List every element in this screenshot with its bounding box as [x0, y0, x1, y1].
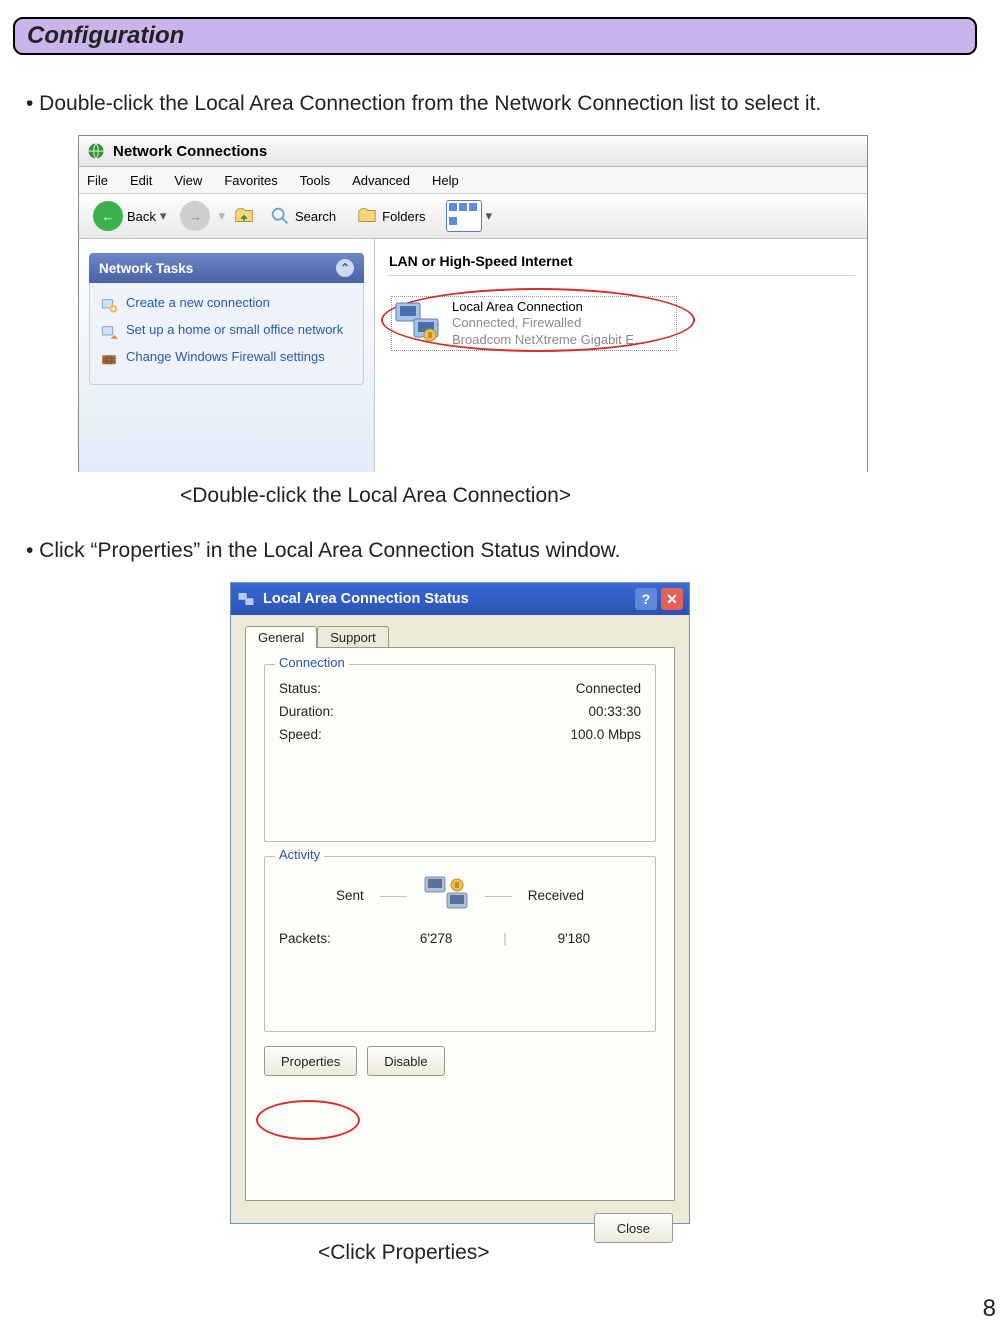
activity-icon: [423, 875, 469, 915]
packets-received: 9'180: [507, 931, 641, 946]
sent-label: Sent: [336, 888, 364, 903]
collapse-icon: ⌃: [336, 259, 354, 277]
connections-list: LAN or High-Speed Internet Local Area Co…: [375, 239, 867, 472]
chevron-down-icon: ▾: [160, 208, 167, 224]
group-label-connection: Connection: [275, 655, 349, 670]
menu-favorites[interactable]: Favorites: [224, 173, 277, 188]
back-button[interactable]: ← Back ▾: [87, 201, 172, 231]
task-create-connection[interactable]: Create a new connection: [100, 291, 353, 318]
menu-edit[interactable]: Edit: [130, 173, 152, 188]
dialog-title: Local Area Connection Status: [263, 591, 469, 607]
folders-label: Folders: [382, 209, 425, 224]
screenshot-connection-status: Local Area Connection Status ? ✕ General…: [230, 582, 690, 1224]
up-folder-icon[interactable]: [233, 205, 255, 227]
home-network-icon: [100, 323, 118, 341]
folders-button[interactable]: Folders: [350, 201, 431, 231]
section-header: Configuration: [13, 17, 977, 55]
instruction-bullet-1: • Double-click the Local Area Connection…: [26, 92, 821, 116]
connection-group: Connection Status:Connected Duration:00:…: [264, 664, 656, 842]
back-label: Back: [127, 209, 156, 224]
help-button[interactable]: ?: [635, 588, 657, 610]
properties-button[interactable]: Properties: [264, 1046, 357, 1076]
task-setup-network[interactable]: Set up a home or small office network: [100, 318, 353, 345]
tasks-pane-header[interactable]: Network Tasks ⌃: [89, 253, 364, 283]
tasks-pane: Network Tasks ⌃ Create a new connection …: [79, 239, 375, 472]
activity-group: Activity Sent —— —— Received Packets: 6'…: [264, 856, 656, 1032]
menu-tools[interactable]: Tools: [300, 173, 330, 188]
menu-advanced[interactable]: Advanced: [352, 173, 410, 188]
group-label-activity: Activity: [275, 847, 324, 862]
chevron-down-icon: ▾: [218, 208, 225, 224]
caption-1: <Double-click the Local Area Connection>: [180, 484, 571, 508]
menu-view[interactable]: View: [174, 173, 202, 188]
tasks-pane-title: Network Tasks: [99, 261, 193, 276]
forward-button[interactable]: →: [180, 201, 210, 231]
instruction-bullet-2: • Click “Properties” in the Local Area C…: [26, 539, 620, 563]
tab-strip: General Support: [231, 615, 689, 647]
views-button[interactable]: ▾: [440, 201, 499, 231]
close-button[interactable]: ✕: [661, 588, 683, 610]
document-page: Configuration • Double-click the Local A…: [0, 0, 1006, 1337]
menu-help[interactable]: Help: [432, 173, 459, 188]
speed-label: Speed:: [279, 727, 322, 742]
status-value: Connected: [576, 681, 641, 696]
chevron-down-icon: ▾: [486, 208, 493, 224]
task-firewall[interactable]: Change Windows Firewall settings: [100, 345, 353, 372]
close-dialog-button[interactable]: Close: [594, 1213, 673, 1243]
screenshot-network-connections: Network Connections File Edit View Favor…: [78, 135, 868, 472]
tab-panel: Connection Status: Connected Duration: 00:…: [245, 647, 675, 1201]
lan-icon: [394, 299, 444, 343]
menu-bar: File Edit View Favorites Tools Advanced …: [79, 167, 867, 194]
speed-value: 100.0 Mbps: [570, 727, 641, 742]
tab-support[interactable]: Support: [317, 626, 389, 648]
packets-label: Packets:: [279, 931, 369, 946]
duration-label: Duration:: [279, 704, 334, 719]
received-label: Received: [528, 888, 584, 903]
connection-icon: [237, 590, 255, 608]
duration-value: 00:33:30: [588, 704, 641, 719]
firewall-icon: [100, 350, 118, 368]
highlight-ellipse: [256, 1100, 360, 1140]
caption-2: <Click Properties>: [318, 1241, 490, 1265]
menu-file[interactable]: File: [87, 173, 108, 188]
dialog-titlebar: Local Area Connection Status ? ✕: [231, 583, 689, 615]
window-titlebar: Network Connections: [79, 136, 867, 167]
packets-sent: 6'278: [369, 931, 503, 946]
status-label: Status:: [279, 681, 321, 696]
page-number: 8: [983, 1295, 996, 1323]
folders-icon: [356, 205, 378, 227]
disable-button[interactable]: Disable: [367, 1046, 444, 1076]
search-label: Search: [295, 209, 336, 224]
new-connection-icon: [100, 296, 118, 314]
globe-icon: [87, 142, 105, 160]
tab-general[interactable]: General: [245, 626, 317, 648]
back-icon: ←: [93, 201, 123, 231]
search-icon: [269, 205, 291, 227]
window-title: Network Connections: [113, 143, 267, 160]
toolbar: ← Back ▾ → ▾ Search Folders ▾: [79, 194, 867, 239]
views-icon: [446, 200, 482, 232]
search-button[interactable]: Search: [263, 201, 342, 231]
connections-group-header: LAN or High-Speed Internet: [387, 249, 855, 276]
